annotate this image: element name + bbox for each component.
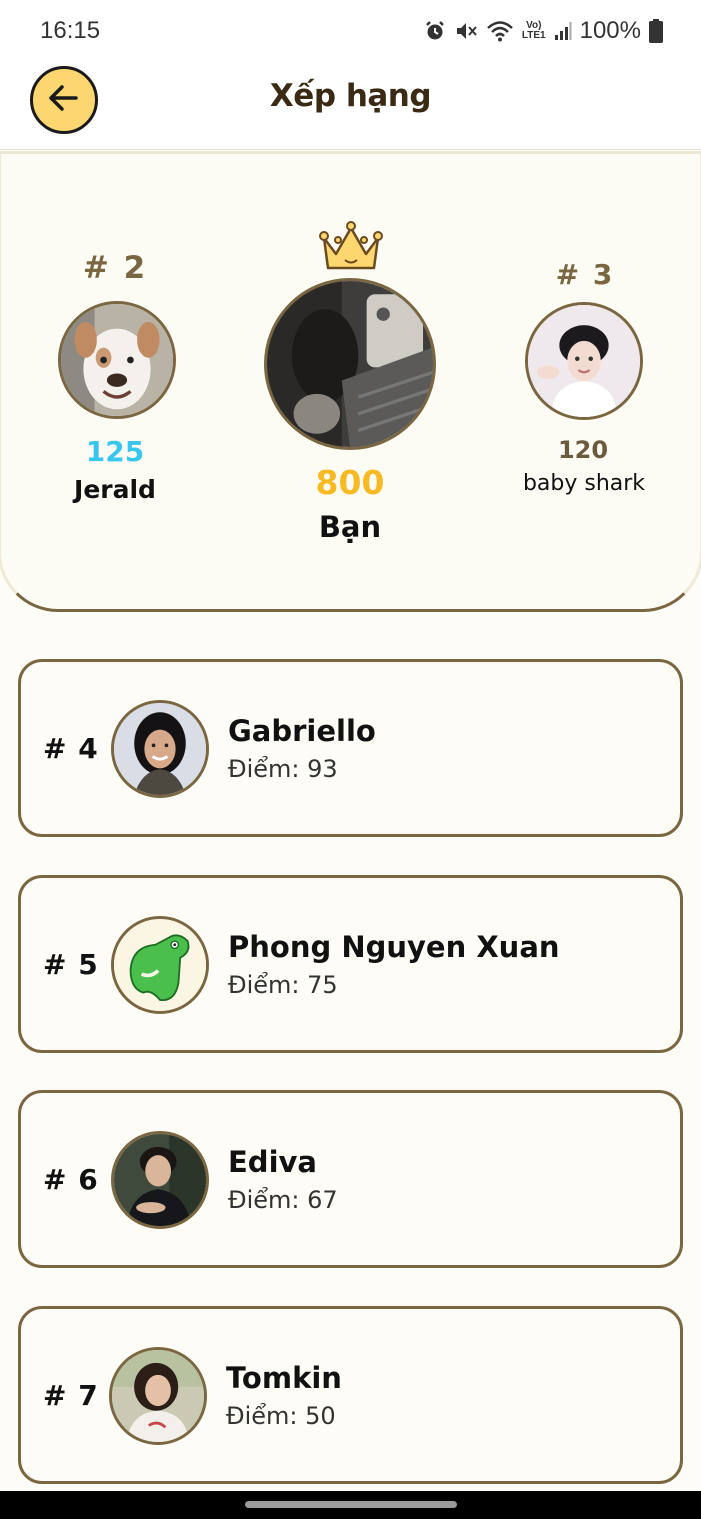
page-title: Xếp hạng bbox=[269, 78, 432, 114]
home-indicator[interactable] bbox=[245, 1501, 457, 1508]
podium-score-3: 120 bbox=[557, 436, 609, 464]
crown-icon bbox=[318, 220, 384, 278]
podium-name-1: Bạn bbox=[318, 510, 382, 544]
signal-icon bbox=[554, 21, 572, 41]
avatar-ediva bbox=[111, 1131, 209, 1229]
status-time: 16:15 bbox=[40, 17, 101, 44]
system-nav-bar bbox=[0, 1491, 701, 1519]
player-name: Phong Nguyen Xuan bbox=[228, 930, 560, 964]
avatar-baby-shark[interactable] bbox=[525, 302, 643, 420]
podium-rank-2: # 2 bbox=[82, 250, 148, 286]
alarm-icon bbox=[424, 20, 446, 42]
status-bar: 16:15 Vo) LTE1 100% bbox=[0, 0, 701, 60]
avatar-tomkin bbox=[109, 1347, 207, 1445]
lte-line2: LTE1 bbox=[521, 30, 546, 41]
podium-score-2: 125 bbox=[85, 435, 145, 468]
podium-score-1: 800 bbox=[315, 463, 385, 502]
player-score: Điểm: 50 bbox=[226, 1402, 336, 1430]
lte-icon: Vo) LTE1 bbox=[522, 21, 546, 41]
app-bar: Xếp hạng bbox=[0, 60, 701, 150]
wifi-icon bbox=[486, 20, 514, 42]
podium-name-3: baby shark bbox=[522, 471, 646, 496]
leaderboard-item[interactable]: # 4 Gabriello Điểm: 93 bbox=[18, 659, 683, 837]
mute-icon bbox=[454, 20, 478, 42]
rank-number: # 6 bbox=[43, 1163, 99, 1196]
avatar-jerald[interactable] bbox=[58, 301, 176, 419]
player-name: Tomkin bbox=[226, 1361, 342, 1395]
battery-text: 100% bbox=[579, 17, 641, 44]
avatar-gabriello bbox=[111, 700, 209, 798]
player-score: Điểm: 93 bbox=[228, 755, 338, 783]
player-score: Điểm: 67 bbox=[228, 1186, 338, 1214]
avatar-ban[interactable] bbox=[264, 278, 436, 450]
battery-icon bbox=[649, 19, 663, 43]
rank-number: # 7 bbox=[43, 1379, 99, 1412]
player-name: Ediva bbox=[228, 1145, 317, 1179]
leaderboard-item[interactable]: # 5 Phong Nguyen Xuan Điểm: 75 bbox=[18, 875, 683, 1053]
podium-name-2: Jerald bbox=[74, 475, 156, 504]
leaderboard-item[interactable]: # 6 Ediva Điểm: 67 bbox=[18, 1090, 683, 1268]
podium-rank-3: # 3 bbox=[555, 258, 615, 291]
rank-number: # 5 bbox=[43, 948, 99, 981]
rank-number: # 4 bbox=[43, 732, 99, 765]
avatar-phong-nguyen-xuan bbox=[111, 916, 209, 1014]
status-icons: Vo) LTE1 100% bbox=[424, 16, 663, 46]
player-score: Điểm: 75 bbox=[228, 971, 338, 999]
player-name: Gabriello bbox=[228, 714, 376, 748]
leaderboard-item[interactable]: # 7 Tomkin Điểm: 50 bbox=[18, 1306, 683, 1484]
